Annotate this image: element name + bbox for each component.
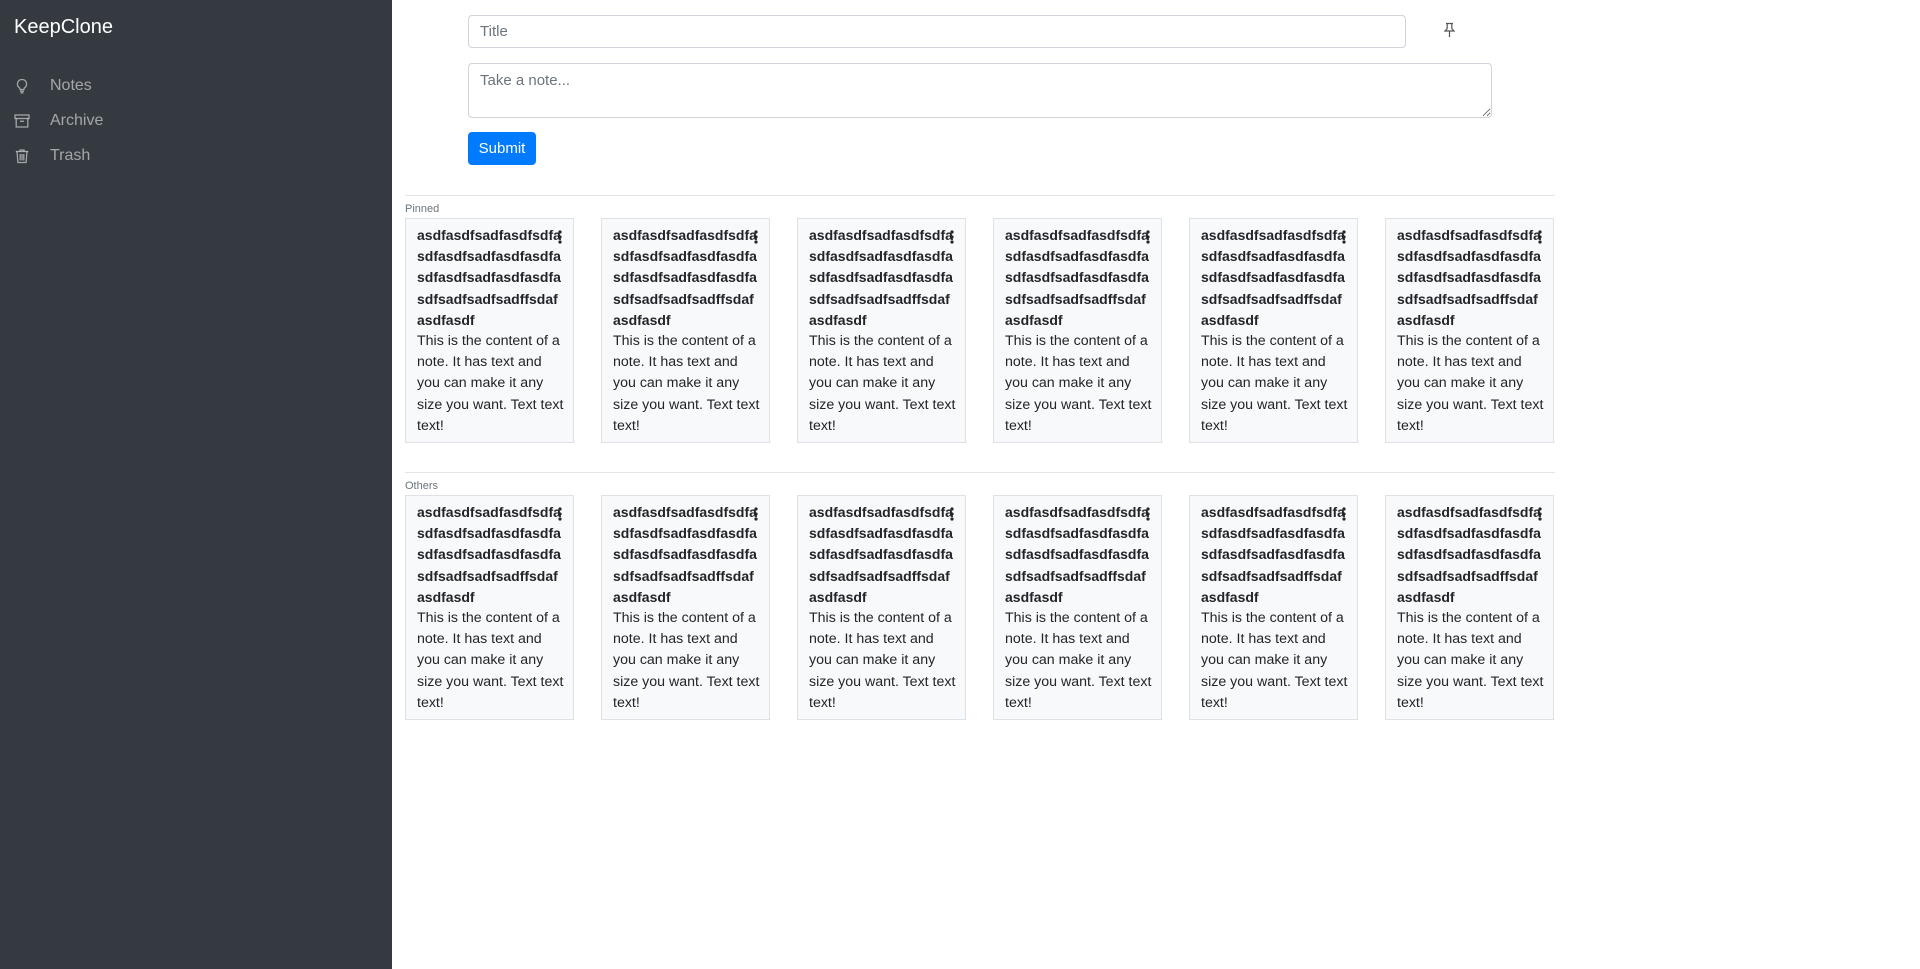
note-content: This is the content of a note. It has te…	[809, 610, 956, 711]
divider	[405, 195, 1555, 196]
note-title: asdfasdfsadfasdfsdfasdfasdfsadfasdfasdfa…	[809, 504, 953, 605]
more-options-icon[interactable]	[947, 506, 957, 522]
more-options-icon[interactable]	[1339, 506, 1349, 522]
sidebar-item-label: Trash	[50, 146, 91, 164]
note-card[interactable]: asdfasdfsadfasdfsdfasdfasdfsadfasdfasdfa…	[601, 218, 770, 443]
note-content: This is the content of a note. It has te…	[1005, 333, 1152, 434]
note-title: asdfasdfsadfasdfsdfasdfasdfsadfasdfasdfa…	[613, 504, 757, 605]
more-options-icon[interactable]	[1535, 506, 1545, 522]
note-title: asdfasdfsadfasdfsdfasdfasdfsadfasdfasdfa…	[1005, 227, 1149, 328]
more-options-icon[interactable]	[751, 506, 761, 522]
more-options-icon[interactable]	[555, 506, 565, 522]
note-content: This is the content of a note. It has te…	[1397, 333, 1544, 434]
more-options-icon[interactable]	[1143, 506, 1153, 522]
more-options-icon[interactable]	[751, 229, 761, 245]
note-title: asdfasdfsadfasdfsdfasdfasdfsadfasdfasdfa…	[809, 227, 953, 328]
more-options-icon[interactable]	[1339, 229, 1349, 245]
sidebar: KeepClone Notes Archive Trash	[0, 0, 392, 969]
note-card[interactable]: asdfasdfsadfasdfsdfasdfasdfsadfasdfasdfa…	[1189, 495, 1358, 720]
note-title: asdfasdfsadfasdfsdfasdfasdfsadfasdfasdfa…	[417, 227, 561, 328]
more-options-icon[interactable]	[1143, 229, 1153, 245]
note-title: asdfasdfsadfasdfsdfasdfasdfsadfasdfasdfa…	[1005, 504, 1149, 605]
divider	[405, 472, 1555, 473]
note-title: asdfasdfsadfasdfsdfasdfasdfsadfasdfasdfa…	[417, 504, 561, 605]
note-card[interactable]: asdfasdfsadfasdfsdfasdfasdfsadfasdfasdfa…	[1189, 218, 1358, 443]
note-title: asdfasdfsadfasdfsdfasdfasdfsadfasdfasdfa…	[613, 227, 757, 328]
archive-icon	[14, 113, 30, 129]
note-title: asdfasdfsadfasdfsdfasdfasdfsadfasdfasdfa…	[1201, 504, 1345, 605]
sidebar-item-label: Archive	[50, 111, 104, 129]
note-content: This is the content of a note. It has te…	[417, 333, 564, 434]
title-input[interactable]	[468, 15, 1406, 48]
other-notes-list: asdfasdfsadfasdfsdfasdfasdfsadfasdfasdfa…	[405, 495, 1565, 720]
note-card[interactable]: asdfasdfsadfasdfsdfasdfasdfsadfasdfasdfa…	[405, 495, 574, 720]
note-content: This is the content of a note. It has te…	[613, 610, 760, 711]
note-card[interactable]: asdfasdfsadfasdfsdfasdfasdfsadfasdfasdfa…	[601, 495, 770, 720]
note-content: This is the content of a note. It has te…	[1201, 333, 1348, 434]
sidebar-item-archive[interactable]: Archive	[0, 103, 392, 138]
section-label-pinned: Pinned	[405, 203, 440, 215]
note-content: This is the content of a note. It has te…	[613, 333, 760, 434]
note-card[interactable]: asdfasdfsadfasdfsdfasdfasdfsadfasdfasdfa…	[405, 218, 574, 443]
note-title: asdfasdfsadfasdfsdfasdfasdfsadfasdfasdfa…	[1201, 227, 1345, 328]
note-textarea[interactable]	[468, 63, 1492, 118]
note-card[interactable]: asdfasdfsadfasdfsdfasdfasdfsadfasdfasdfa…	[797, 218, 966, 443]
sidebar-item-trash[interactable]: Trash	[0, 138, 392, 173]
note-content: This is the content of a note. It has te…	[809, 333, 956, 434]
note-card[interactable]: asdfasdfsadfasdfsdfasdfasdfsadfasdfasdfa…	[797, 495, 966, 720]
sidebar-item-label: Notes	[50, 76, 92, 94]
note-card[interactable]: asdfasdfsadfasdfsdfasdfasdfsadfasdfasdfa…	[993, 218, 1162, 443]
note-content: This is the content of a note. It has te…	[417, 610, 564, 711]
trash-icon	[14, 148, 30, 164]
note-card[interactable]: asdfasdfsadfasdfsdfasdfasdfsadfasdfasdfa…	[1385, 218, 1554, 443]
note-title: asdfasdfsadfasdfsdfasdfasdfsadfasdfasdfa…	[1397, 227, 1541, 328]
main-content: Submit Pinned asdfasdfsadfasdfsdfasdfasd…	[392, 0, 1920, 969]
note-content: This is the content of a note. It has te…	[1201, 610, 1348, 711]
pinned-notes-list: asdfasdfsadfasdfsdfasdfasdfsadfasdfasdfa…	[405, 218, 1565, 443]
note-title: asdfasdfsadfasdfsdfasdfasdfsadfasdfasdfa…	[1397, 504, 1541, 605]
pin-icon	[1443, 22, 1456, 43]
app-brand[interactable]: KeepClone	[0, 16, 392, 38]
note-content: This is the content of a note. It has te…	[1397, 610, 1544, 711]
note-content: This is the content of a note. It has te…	[1005, 610, 1152, 711]
lightbulb-icon	[14, 78, 30, 94]
sidebar-item-notes[interactable]: Notes	[0, 68, 392, 103]
note-card[interactable]: asdfasdfsadfasdfsdfasdfasdfsadfasdfasdfa…	[1385, 495, 1554, 720]
more-options-icon[interactable]	[947, 229, 957, 245]
more-options-icon[interactable]	[1535, 229, 1545, 245]
pin-button[interactable]	[1436, 21, 1462, 43]
note-card[interactable]: asdfasdfsadfasdfsdfasdfasdfsadfasdfasdfa…	[993, 495, 1162, 720]
more-options-icon[interactable]	[555, 229, 565, 245]
submit-button[interactable]: Submit	[468, 132, 536, 165]
section-label-others: Others	[405, 480, 439, 492]
